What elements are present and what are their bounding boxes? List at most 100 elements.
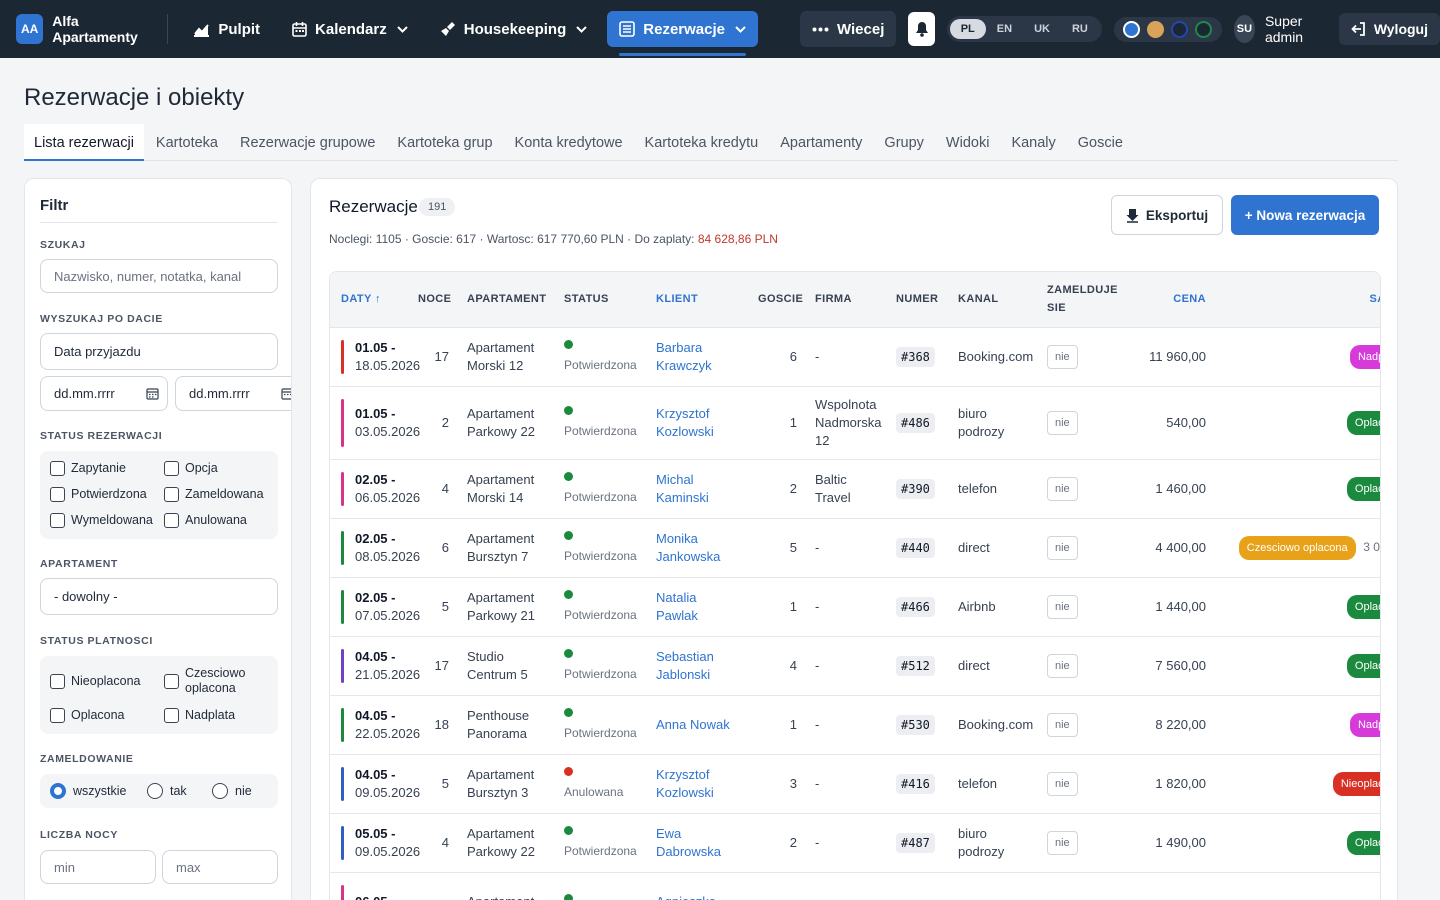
- radio-tak[interactable]: tak: [147, 783, 187, 799]
- client-name-line[interactable]: Jablonski: [656, 666, 746, 684]
- col-header-klient[interactable]: KLIENT: [650, 272, 752, 328]
- table-row[interactable]: 02.05 - 08.05.2026 6 Apartament Bursztyn…: [330, 518, 1380, 578]
- tab-kartoteka-grup[interactable]: Kartoteka grup: [387, 124, 502, 161]
- col-header-numer[interactable]: NUMER: [890, 272, 952, 328]
- client-name-line[interactable]: Pawlak: [656, 607, 746, 625]
- tab-kartoteka-kredytu[interactable]: Kartoteka kredytu: [635, 124, 769, 161]
- nights-min-input[interactable]: min: [40, 850, 156, 884]
- col-header-daty[interactable]: DATY ↑: [330, 272, 412, 328]
- date-to-input[interactable]: dd.mm.rrrr: [175, 376, 291, 411]
- checkbox-anulowana[interactable]: Anulowana: [164, 513, 247, 528]
- reservation-number[interactable]: #512: [896, 655, 935, 676]
- checkbox-czesciowo-oplacona[interactable]: Czesciowo oplacona: [164, 666, 264, 696]
- tab-widoki[interactable]: Widoki: [936, 124, 1000, 161]
- tab-grupy[interactable]: Grupy: [874, 124, 934, 161]
- client-name-line[interactable]: Krzysztof: [656, 405, 746, 423]
- client-cell[interactable]: Agnieszka: [650, 872, 752, 900]
- table-row[interactable]: 04.05 - 09.05.2026 5 Apartament Bursztyn…: [330, 754, 1380, 814]
- client-name-line[interactable]: Sebastian: [656, 648, 746, 666]
- nav-item-pulpit[interactable]: Pulpit: [181, 11, 272, 47]
- client-cell[interactable]: Barbara Krawczyk: [650, 327, 752, 387]
- client-cell[interactable]: Ewa Dabrowska: [650, 813, 752, 873]
- col-header-zameldowanie[interactable]: ZAMELDUJE SIE: [1041, 272, 1117, 328]
- col-header-saldo[interactable]: SALDO: [1216, 272, 1380, 328]
- date-from-input[interactable]: dd.mm.rrrr: [40, 376, 168, 411]
- theme-swatch-blue[interactable]: [1123, 20, 1141, 38]
- col-header-goscie[interactable]: GOSCIE: [752, 272, 809, 328]
- reservation-number[interactable]: #486: [896, 412, 935, 433]
- table-row[interactable]: 05.05 - 09.05.2026 4 Apartament Parkowy …: [330, 813, 1380, 873]
- client-cell[interactable]: Krzysztof Kozlowski: [650, 754, 752, 814]
- client-name-line[interactable]: Krzysztof: [656, 766, 746, 784]
- checkbox-nieoplacona[interactable]: Nieoplacona: [50, 674, 141, 689]
- more-menu-button[interactable]: Wiecej: [799, 11, 897, 47]
- lang-en[interactable]: EN: [986, 19, 1023, 39]
- checkin-badge[interactable]: nie: [1047, 712, 1078, 737]
- reservation-number[interactable]: #390: [896, 478, 935, 499]
- client-cell[interactable]: Michal Kaminski: [650, 459, 752, 519]
- new-reservation-button[interactable]: + Nowa rezerwacja: [1231, 195, 1379, 235]
- client-cell[interactable]: Sebastian Jablonski: [650, 636, 752, 696]
- tab-konta-kredytowe[interactable]: Konta kredytowe: [505, 124, 633, 161]
- tab-kartoteka[interactable]: Kartoteka: [146, 124, 228, 161]
- lang-uk[interactable]: UK: [1023, 19, 1061, 39]
- tab-goscie[interactable]: Goscie: [1068, 124, 1133, 161]
- table-row[interactable]: 02.05 - 07.05.2026 5 Apartament Parkowy …: [330, 577, 1380, 637]
- reservation-number[interactable]: #368: [896, 346, 935, 367]
- theme-swatch-navy[interactable]: [1171, 20, 1189, 38]
- search-input[interactable]: Nazwisko, numer, notatka, kanal: [40, 259, 278, 293]
- user-menu[interactable]: SU Super admin: [1233, 13, 1325, 45]
- checkin-badge[interactable]: nie: [1047, 830, 1078, 855]
- table-row[interactable]: 02.05 - 06.05.2026 4 Apartament Morski 1…: [330, 459, 1380, 519]
- client-name-line[interactable]: Jankowska: [656, 548, 746, 566]
- lang-ru[interactable]: RU: [1061, 19, 1099, 39]
- tab-kanaly[interactable]: Kanaly: [1001, 124, 1065, 161]
- client-name-line[interactable]: Kozlowski: [656, 423, 746, 441]
- checkbox-zapytanie[interactable]: Zapytanie: [50, 461, 126, 476]
- nav-item-housekeeping[interactable]: Housekeeping: [428, 11, 600, 47]
- client-name-line[interactable]: Natalia: [656, 589, 746, 607]
- client-name-line[interactable]: Kozlowski: [656, 784, 746, 802]
- notifications-button[interactable]: [908, 12, 935, 46]
- client-name-line[interactable]: Ewa: [656, 825, 746, 843]
- client-name-line[interactable]: Krawczyk: [656, 357, 746, 375]
- lang-pl[interactable]: PL: [949, 19, 986, 39]
- client-name-line[interactable]: Michal: [656, 471, 746, 489]
- tab-lista-rezerwacji[interactable]: Lista rezerwacji: [24, 124, 144, 161]
- checkin-badge[interactable]: nie: [1047, 535, 1078, 560]
- table-row[interactable]: 04.05 - 21.05.2026 17 Studio Centrum 5 P…: [330, 636, 1380, 696]
- client-name-line[interactable]: Monika: [656, 530, 746, 548]
- client-name-line[interactable]: Kaminski: [656, 489, 746, 507]
- checkbox-nadplata[interactable]: Nadplata: [164, 708, 235, 723]
- table-row[interactable]: 06.05 - Apartament Agnieszka: [330, 872, 1380, 900]
- client-cell[interactable]: Natalia Pawlak: [650, 577, 752, 637]
- table-row[interactable]: 01.05 - 03.05.2026 2 Apartament Parkowy …: [330, 386, 1380, 460]
- client-name-line[interactable]: Barbara: [656, 339, 746, 357]
- logout-button[interactable]: Wyloguj: [1338, 13, 1440, 45]
- reservation-number[interactable]: #487: [896, 832, 935, 853]
- checkin-badge[interactable]: nie: [1047, 594, 1078, 619]
- checkin-badge[interactable]: nie: [1047, 771, 1078, 796]
- reservation-number[interactable]: #530: [896, 714, 935, 735]
- theme-swatch-green[interactable]: [1195, 20, 1213, 38]
- col-header-firma[interactable]: FIRMA: [809, 272, 890, 328]
- col-header-noce[interactable]: NOCE: [412, 272, 461, 328]
- col-header-kanal[interactable]: KANAL: [952, 272, 1041, 328]
- reservation-number[interactable]: #416: [896, 773, 935, 794]
- export-button[interactable]: Eksportuj: [1111, 195, 1223, 235]
- client-name-line[interactable]: Agnieszka: [656, 893, 746, 900]
- checkin-badge[interactable]: nie: [1047, 476, 1078, 501]
- client-cell[interactable]: Krzysztof Kozlowski: [650, 386, 752, 460]
- col-header-cena[interactable]: CENA: [1111, 272, 1216, 328]
- tab-rezerwacje-grupowe[interactable]: Rezerwacje grupowe: [230, 124, 385, 161]
- reservation-number[interactable]: #466: [896, 596, 935, 617]
- checkin-badge[interactable]: nie: [1047, 410, 1078, 435]
- checkbox-wymeldowana[interactable]: Wymeldowana: [50, 513, 153, 528]
- client-cell[interactable]: Anna Nowak: [650, 695, 752, 755]
- client-name-line[interactable]: Dabrowska: [656, 843, 746, 861]
- table-row[interactable]: 04.05 - 22.05.2026 18 Penthouse Panorama…: [330, 695, 1380, 755]
- table-row[interactable]: 01.05 - 18.05.2026 17 Apartament Morski …: [330, 327, 1380, 387]
- checkbox-oplacona[interactable]: Oplacona: [50, 708, 125, 723]
- client-name-line[interactable]: Anna Nowak: [656, 716, 746, 734]
- theme-swatch-gold[interactable]: [1147, 20, 1165, 38]
